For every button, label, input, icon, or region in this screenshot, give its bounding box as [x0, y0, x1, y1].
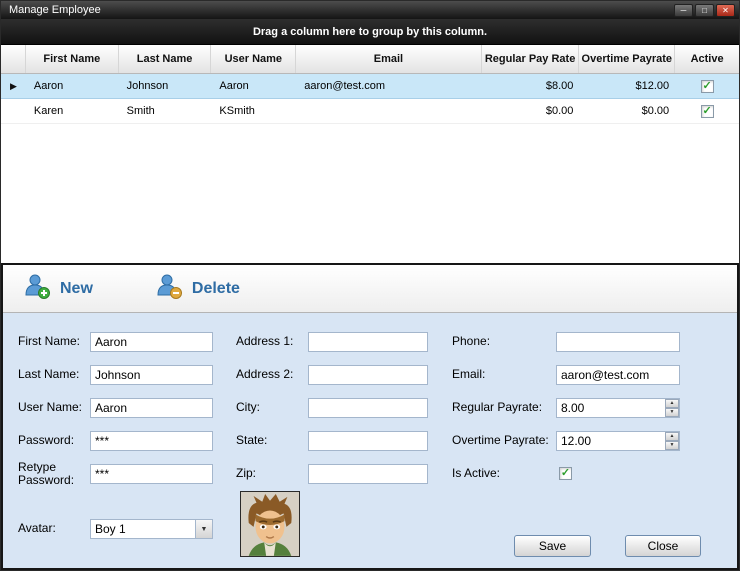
manage-employee-window: Manage Employee ─ □ ✕ Drag a column here… — [0, 0, 740, 571]
selected-row-indicator-icon: ▶ — [10, 81, 17, 92]
employee-form: First Name: Last Name: User Name: Passwo… — [3, 313, 737, 568]
table-row[interactable]: Karen Smith KSmith $0.00 $0.00 ✓ — [1, 99, 739, 124]
user-name-label: User Name: — [18, 401, 86, 414]
last-name-label: Last Name: — [18, 368, 86, 381]
grid-empty-area — [1, 124, 739, 263]
zip-field[interactable] — [308, 464, 428, 484]
close-icon[interactable]: ✕ — [716, 4, 735, 17]
delete-button-label: Delete — [192, 280, 240, 298]
first-name-label: First Name: — [18, 335, 86, 348]
city-label: City: — [236, 401, 304, 414]
chevron-down-icon[interactable]: ▼ — [195, 520, 212, 538]
cell-overtime-payrate: $0.00 — [579, 99, 675, 123]
group-by-bar[interactable]: Drag a column here to group by this colu… — [1, 19, 739, 45]
password-field[interactable] — [90, 431, 213, 451]
email-label: Email: — [452, 368, 554, 381]
overtime-payrate-label: Overtime Payrate: — [452, 434, 554, 447]
new-button-label: New — [60, 280, 93, 298]
save-button[interactable]: Save — [514, 535, 591, 557]
titlebar: Manage Employee ─ □ ✕ — [1, 1, 739, 19]
save-button-label: Save — [539, 539, 566, 553]
avatar-dropdown-value: Boy 1 — [91, 520, 195, 538]
avatar-image — [240, 491, 300, 557]
cell-email — [296, 99, 481, 123]
spinner-down-icon[interactable]: ▼ — [665, 408, 679, 417]
zip-label: Zip: — [236, 467, 304, 480]
window-title: Manage Employee — [9, 4, 672, 16]
person-add-icon — [23, 272, 51, 305]
column-header-active[interactable]: Active — [675, 45, 739, 73]
grid-header: First Name Last Name User Name Email Reg… — [1, 45, 739, 74]
header-indicator-cell — [1, 45, 26, 73]
phone-field[interactable] — [556, 332, 680, 352]
minimize-button[interactable]: ─ — [674, 4, 693, 17]
state-label: State: — [236, 434, 304, 447]
is-active-label: Is Active: — [452, 467, 554, 480]
retype-password-field[interactable] — [90, 464, 213, 484]
column-header-overtime-payrate[interactable]: Overtime Payrate — [579, 45, 675, 73]
email-field[interactable] — [556, 365, 680, 385]
regular-payrate-stepper: ▲ ▼ — [556, 398, 680, 418]
cell-regular-pay-rate: $0.00 — [482, 99, 580, 123]
avatar-dropdown[interactable]: Boy 1 ▼ — [90, 519, 213, 539]
active-checkbox[interactable]: ✓ — [701, 105, 714, 118]
is-active-checkbox[interactable]: ✓ — [559, 467, 572, 480]
avatar-label: Avatar: — [18, 522, 86, 535]
address1-field[interactable] — [308, 332, 428, 352]
column-header-user-name[interactable]: User Name — [211, 45, 296, 73]
phone-label: Phone: — [452, 335, 554, 348]
delete-button[interactable]: Delete — [155, 272, 240, 305]
toolbar: New Delete — [3, 265, 737, 313]
cell-overtime-payrate: $12.00 — [579, 74, 675, 98]
regular-payrate-field[interactable] — [556, 398, 680, 418]
password-label: Password: — [18, 434, 86, 447]
spinner-down-icon[interactable]: ▼ — [665, 441, 679, 450]
last-name-field[interactable] — [90, 365, 213, 385]
city-field[interactable] — [308, 398, 428, 418]
retype-password-label: Retype Password: — [18, 461, 76, 487]
cell-first-name: Aaron — [26, 74, 119, 98]
cell-email: aaron@test.com — [296, 74, 481, 98]
address2-field[interactable] — [308, 365, 428, 385]
maximize-button[interactable]: □ — [695, 4, 714, 17]
regular-payrate-label: Regular Payrate: — [452, 401, 554, 414]
table-row[interactable]: ▶ Aaron Johnson Aaron aaron@test.com $8.… — [1, 74, 739, 99]
overtime-payrate-stepper: ▲ ▼ — [556, 431, 680, 451]
cell-last-name: Smith — [119, 99, 212, 123]
user-name-field[interactable] — [90, 398, 213, 418]
column-header-last-name[interactable]: Last Name — [119, 45, 212, 73]
cell-user-name: Aaron — [211, 74, 296, 98]
cell-regular-pay-rate: $8.00 — [482, 74, 580, 98]
column-header-email[interactable]: Email — [296, 45, 482, 73]
close-button-label: Close — [648, 539, 679, 553]
spinner-up-icon[interactable]: ▲ — [665, 399, 679, 408]
first-name-field[interactable] — [90, 332, 213, 352]
column-header-regular-pay-rate[interactable]: Regular Pay Rate — [482, 45, 580, 73]
cell-last-name: Johnson — [119, 74, 212, 98]
cell-user-name: KSmith — [211, 99, 296, 123]
column-header-first-name[interactable]: First Name — [26, 45, 119, 73]
close-button[interactable]: Close — [625, 535, 701, 557]
cell-first-name: Karen — [26, 99, 119, 123]
state-field[interactable] — [308, 431, 428, 451]
address2-label: Address 2: — [236, 368, 304, 381]
spinner-up-icon[interactable]: ▲ — [665, 432, 679, 441]
group-by-hint: Drag a column here to group by this colu… — [253, 26, 487, 38]
person-delete-icon — [155, 272, 183, 305]
active-checkbox[interactable]: ✓ — [701, 80, 714, 93]
address1-label: Address 1: — [236, 335, 304, 348]
detail-panel: New Delete First Name: Last Name: — [1, 263, 739, 570]
new-button[interactable]: New — [23, 272, 93, 305]
overtime-payrate-field[interactable] — [556, 431, 680, 451]
